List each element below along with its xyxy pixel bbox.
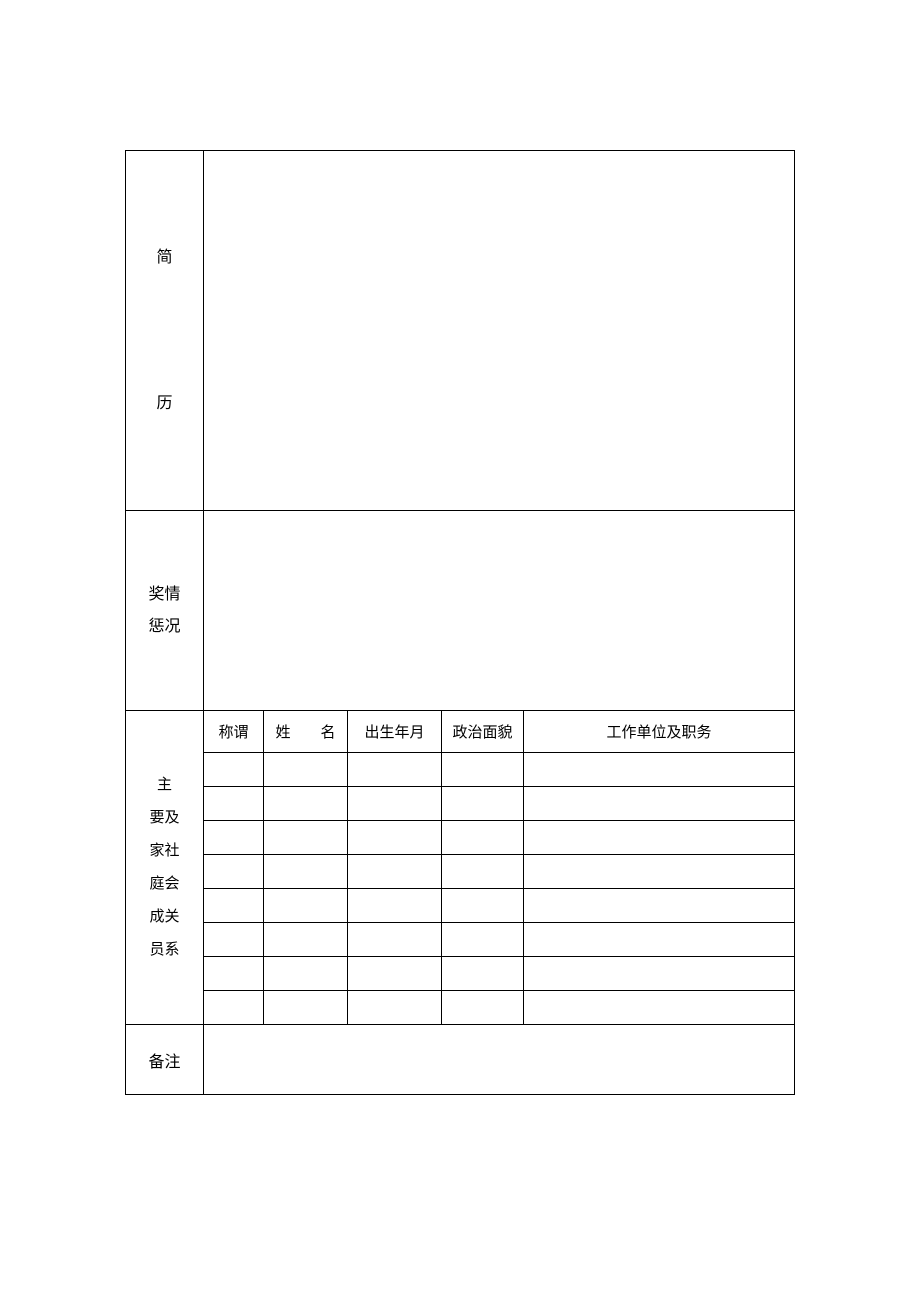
- resume-content: [204, 151, 795, 511]
- reward-label-cell: 奖情 惩况: [126, 511, 204, 711]
- header-relation: 称谓: [204, 711, 264, 753]
- form-table: 简 历 奖情 惩况 主 要及 家社 庭会 成: [125, 150, 795, 1095]
- cell-name: [264, 787, 348, 821]
- cell-birth: [348, 889, 442, 923]
- cell-relation: [204, 787, 264, 821]
- cell-work: [524, 957, 795, 991]
- table-row: [126, 855, 795, 889]
- family-label-line3: 家社: [149, 835, 179, 868]
- cell-work: [524, 923, 795, 957]
- resume-label-cell: 简 历: [126, 151, 204, 511]
- table-row: [126, 889, 795, 923]
- table-row: [126, 957, 795, 991]
- family-label-cell: 主 要及 家社 庭会 成关 员系: [126, 711, 204, 1025]
- reward-label-line2: 惩况: [148, 611, 180, 643]
- reward-row: 奖情 惩况: [126, 511, 795, 711]
- family-label-line1: 主: [157, 769, 172, 802]
- table-row: [126, 753, 795, 787]
- remark-row: 备注: [126, 1025, 795, 1095]
- cell-work: [524, 855, 795, 889]
- cell-politics: [442, 821, 524, 855]
- cell-name: [264, 923, 348, 957]
- cell-name: [264, 821, 348, 855]
- family-label-line4: 庭会: [149, 868, 179, 901]
- cell-work: [524, 889, 795, 923]
- cell-politics: [442, 855, 524, 889]
- header-work: 工作单位及职务: [524, 711, 795, 753]
- header-politics: 政治面貌: [442, 711, 524, 753]
- table-row: [126, 787, 795, 821]
- cell-birth: [348, 923, 442, 957]
- cell-relation: [204, 991, 264, 1025]
- family-label-line5: 成关: [149, 901, 179, 934]
- cell-relation: [204, 753, 264, 787]
- cell-politics: [442, 991, 524, 1025]
- header-birth: 出生年月: [348, 711, 442, 753]
- table-row: [126, 923, 795, 957]
- cell-work: [524, 821, 795, 855]
- family-header-row: 主 要及 家社 庭会 成关 员系 称谓 姓 名 出生年月 政治面貌 工作单位及职…: [126, 711, 795, 753]
- cell-birth: [348, 821, 442, 855]
- cell-relation: [204, 855, 264, 889]
- cell-relation: [204, 821, 264, 855]
- cell-politics: [442, 889, 524, 923]
- reward-content: [204, 511, 795, 711]
- cell-relation: [204, 923, 264, 957]
- cell-relation: [204, 957, 264, 991]
- family-label-line2: 要及: [149, 802, 179, 835]
- remark-label: 备注: [126, 1025, 204, 1095]
- cell-politics: [442, 923, 524, 957]
- cell-politics: [442, 787, 524, 821]
- cell-politics: [442, 957, 524, 991]
- form-page: 简 历 奖情 惩况 主 要及 家社 庭会 成: [0, 0, 920, 1095]
- cell-name: [264, 753, 348, 787]
- cell-name: [264, 957, 348, 991]
- cell-birth: [348, 991, 442, 1025]
- cell-birth: [348, 957, 442, 991]
- cell-relation: [204, 889, 264, 923]
- resume-label-char1: 简: [156, 250, 172, 266]
- cell-politics: [442, 753, 524, 787]
- table-row: [126, 821, 795, 855]
- remark-content: [204, 1025, 795, 1095]
- cell-birth: [348, 753, 442, 787]
- cell-birth: [348, 787, 442, 821]
- cell-name: [264, 991, 348, 1025]
- table-row: [126, 991, 795, 1025]
- cell-work: [524, 991, 795, 1025]
- header-name: 姓 名: [264, 711, 348, 753]
- cell-work: [524, 787, 795, 821]
- reward-label-line1: 奖情: [148, 579, 180, 611]
- cell-name: [264, 889, 348, 923]
- cell-birth: [348, 855, 442, 889]
- cell-work: [524, 753, 795, 787]
- cell-name: [264, 855, 348, 889]
- resume-row: 简 历: [126, 151, 795, 511]
- family-label-line6: 员系: [149, 934, 179, 967]
- resume-label-char2: 历: [156, 396, 172, 412]
